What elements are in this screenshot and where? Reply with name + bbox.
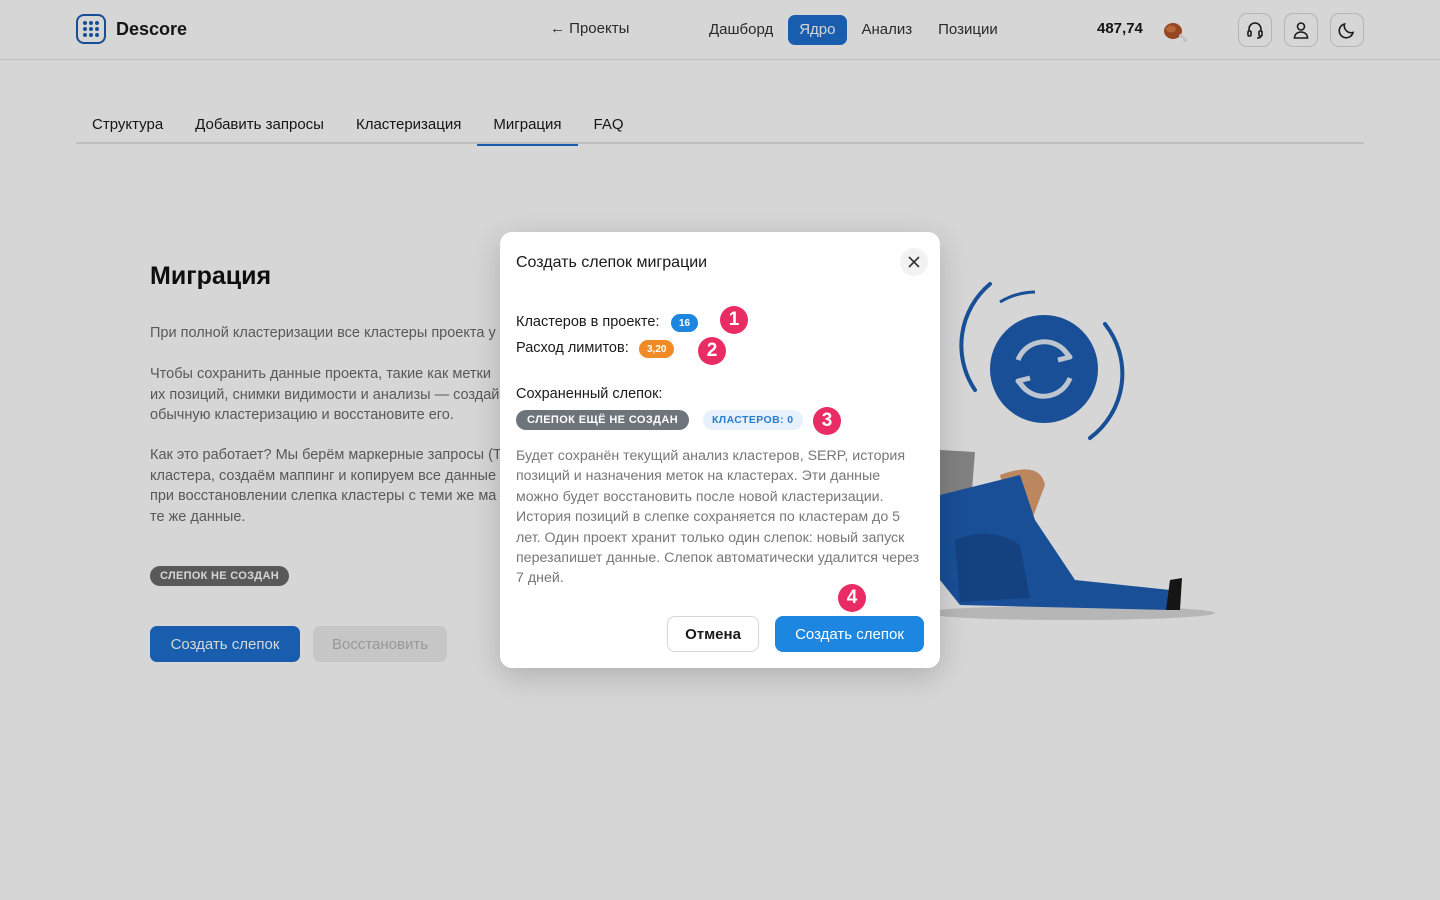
snapshot-clusters-badge: КЛАСТЕРОВ: 0 — [703, 410, 803, 430]
annotation-marker-4: 4 — [838, 584, 866, 612]
saved-snapshot-label: Сохраненный слепок: — [516, 386, 663, 402]
annotation-marker-3: 3 — [813, 407, 841, 435]
create-snapshot-dialog: Создать слепок миграции Кластеров в прое… — [500, 232, 940, 668]
annotation-marker-2: 2 — [698, 337, 726, 365]
clusters-count-label: Кластеров в проекте: — [516, 314, 660, 330]
dialog-title: Создать слепок миграции — [516, 254, 708, 271]
create-snapshot-button[interactable]: Создать слепок — [775, 616, 924, 652]
close-dialog-button[interactable] — [900, 248, 928, 276]
limits-usage-label: Расход лимитов: — [516, 340, 629, 356]
cancel-button[interactable]: Отмена — [667, 616, 759, 652]
snapshot-status-badge: СЛЕПОК ЕЩЁ НЕ СОЗДАН — [516, 410, 690, 430]
dialog-description: Будет сохранён текущий анализ кластеров,… — [516, 448, 920, 587]
clusters-count-badge: 16 — [671, 314, 699, 332]
limits-usage-badge: 3,20 — [639, 340, 675, 358]
close-icon — [908, 256, 920, 268]
annotation-marker-1: 1 — [720, 306, 748, 334]
